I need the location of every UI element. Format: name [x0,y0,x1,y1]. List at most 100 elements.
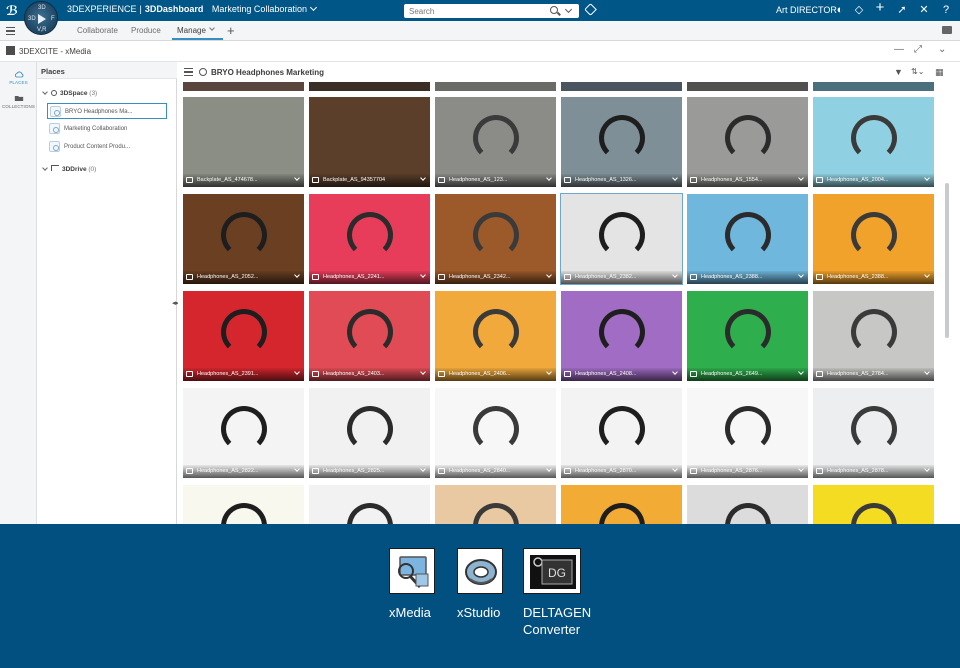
deltagen-converter-label[interactable]: DELTAGEN Converter [523,604,591,638]
chevron-down-icon[interactable] [294,466,300,472]
rail-collections[interactable]: COLLECTIONS [0,95,37,109]
3ds-logo-icon[interactable]: ℬ [6,3,18,19]
chevron-down-icon[interactable] [672,272,678,278]
chevron-down-icon[interactable] [294,369,300,375]
chevron-down-icon[interactable] [420,272,426,278]
tag-icon[interactable] [584,3,597,16]
asset-tile[interactable]: Headphones_AS_2878... [813,388,934,478]
asset-tile[interactable]: Headphones_AS_2870... [561,388,682,478]
asset-tile[interactable]: Headphones_AS_2241... [309,194,430,284]
partial-tile[interactable] [687,82,808,91]
xstudio-label[interactable]: xStudio [457,604,507,621]
minimize-icon[interactable]: — [894,44,904,55]
partial-tile[interactable] [309,82,430,91]
partial-tile[interactable] [813,82,934,91]
contrast-icon[interactable]: ◐ [834,4,846,16]
tree-node-3dspace[interactable]: 3DSpace (3) [42,89,97,97]
compass-icon[interactable]: 3D 3D F V,R [24,1,58,35]
asset-tile[interactable]: Headphones_AS_2822... [183,388,304,478]
partial-tile[interactable] [183,82,304,91]
asset-tile[interactable]: Headphones_AS_2403... [309,291,430,381]
partial-tile[interactable] [435,82,556,91]
asset-tile[interactable]: Headphones_AS_2876... [687,388,808,478]
asset-tile[interactable] [183,485,304,524]
chevron-down-icon[interactable] [924,466,930,472]
chevron-down-icon[interactable] [798,175,804,181]
asset-tile[interactable]: Headphones_AS_2406... [435,291,556,381]
chevron-down-icon[interactable] [798,272,804,278]
asset-tile[interactable]: Backplate_AS_474678... [183,97,304,187]
asset-tile[interactable]: Backplate_AS_94357704 [309,97,430,187]
asset-tile[interactable]: Headphones_AS_1554... [687,97,808,187]
sort-icon[interactable]: ⇅⌄ [911,67,924,76]
chat-bubble-icon[interactable]: ◇ [853,4,865,16]
app-xmedia[interactable]: xMedia [389,548,439,621]
xmedia-app-icon[interactable] [389,548,435,594]
chevron-down-icon[interactable] [924,175,930,181]
partial-tile[interactable] [561,82,682,91]
asset-tile[interactable]: Headphones_AS_2388... [813,194,934,284]
asset-tile[interactable]: Headphones_AS_2388... [687,194,808,284]
help-icon[interactable]: ? [940,4,952,16]
chevron-down-icon[interactable] [546,466,552,472]
chevron-down-icon[interactable] [924,369,930,375]
asset-tile[interactable]: Headphones_AS_2004... [813,97,934,187]
search-input[interactable] [404,4,544,18]
chevron-down-icon[interactable] [420,466,426,472]
asset-tile[interactable]: Headphones_AS_2784... [813,291,934,381]
tree-item-product-content[interactable]: Product Content Produ... [47,139,167,155]
chevron-down-icon[interactable] [798,369,804,375]
chevron-down-icon[interactable] [924,272,930,278]
asset-tile[interactable]: Headphones_AS_2342... [435,194,556,284]
dashboard-context-selector[interactable]: Marketing Collaboration [212,3,318,14]
xstudio-app-icon[interactable] [457,548,503,594]
chevron-down-icon[interactable] [294,175,300,181]
chevron-down-icon[interactable] [672,466,678,472]
dashboard-menu-icon[interactable] [6,27,15,35]
tree-item-marketing-collaboration[interactable]: Marketing Collaboration [47,121,167,137]
asset-tile[interactable]: Headphones_AS_2840... [435,388,556,478]
chevron-down-icon[interactable] [42,89,48,95]
chevron-down-icon[interactable] [420,369,426,375]
share-icon[interactable]: ➚ [896,4,908,16]
chevron-down-icon[interactable] [42,165,48,171]
chevron-down-icon[interactable] [294,272,300,278]
chevron-down-icon[interactable] [672,175,678,181]
tools-icon[interactable]: ✕ [918,4,930,16]
asset-tile[interactable] [309,485,430,524]
chevron-down-icon[interactable] [546,369,552,375]
tree-node-3ddrive[interactable]: 3DDrive (0) [42,165,96,173]
search-options-chevron-icon[interactable] [564,5,573,14]
comments-icon[interactable] [942,26,952,34]
app-deltagen-converter[interactable]: DG DELTAGEN Converter [523,548,591,638]
grid-view-icon[interactable]: ▦ [935,67,944,78]
asset-tile[interactable]: Headphones_AS_2391... [183,291,304,381]
content-menu-icon[interactable] [184,68,193,76]
chevron-down-icon[interactable] [546,272,552,278]
rail-places[interactable]: PLACES [0,71,37,85]
deltagen-converter-app-icon[interactable]: DG [523,548,581,594]
user-name[interactable]: Art DIRECTOR [776,5,837,15]
add-icon[interactable]: + [874,0,886,15]
asset-tile[interactable]: Headphones_AS_2825... [309,388,430,478]
asset-tile[interactable]: Headphones_AS_123... [435,97,556,187]
asset-tile[interactable]: Headphones_AS_2649... [687,291,808,381]
search-icon[interactable] [550,6,558,14]
xmedia-label[interactable]: xMedia [389,604,439,621]
asset-tile[interactable] [687,485,808,524]
chevron-down-icon[interactable] [546,175,552,181]
chevron-down-icon[interactable] [798,466,804,472]
tab-produce[interactable]: Produce [131,26,161,35]
app-xstudio[interactable]: xStudio [457,548,507,621]
asset-tile[interactable]: Headphones_AS_1326... [561,97,682,187]
asset-tile[interactable] [435,485,556,524]
asset-tile[interactable]: Headphones_AS_2382... [560,193,683,285]
filter-icon[interactable]: ▼ [894,67,903,77]
asset-tile[interactable]: Headphones_AS_2052... [183,194,304,284]
maximize-icon[interactable]: ⤢ [914,44,922,55]
asset-tile[interactable] [813,485,934,524]
content-scrollbar[interactable] [945,183,949,338]
asset-tile[interactable] [561,485,682,524]
chevron-down-icon[interactable] [672,369,678,375]
tree-item-bryo-headphones[interactable]: BRYO Headphones Ma... [47,103,167,119]
